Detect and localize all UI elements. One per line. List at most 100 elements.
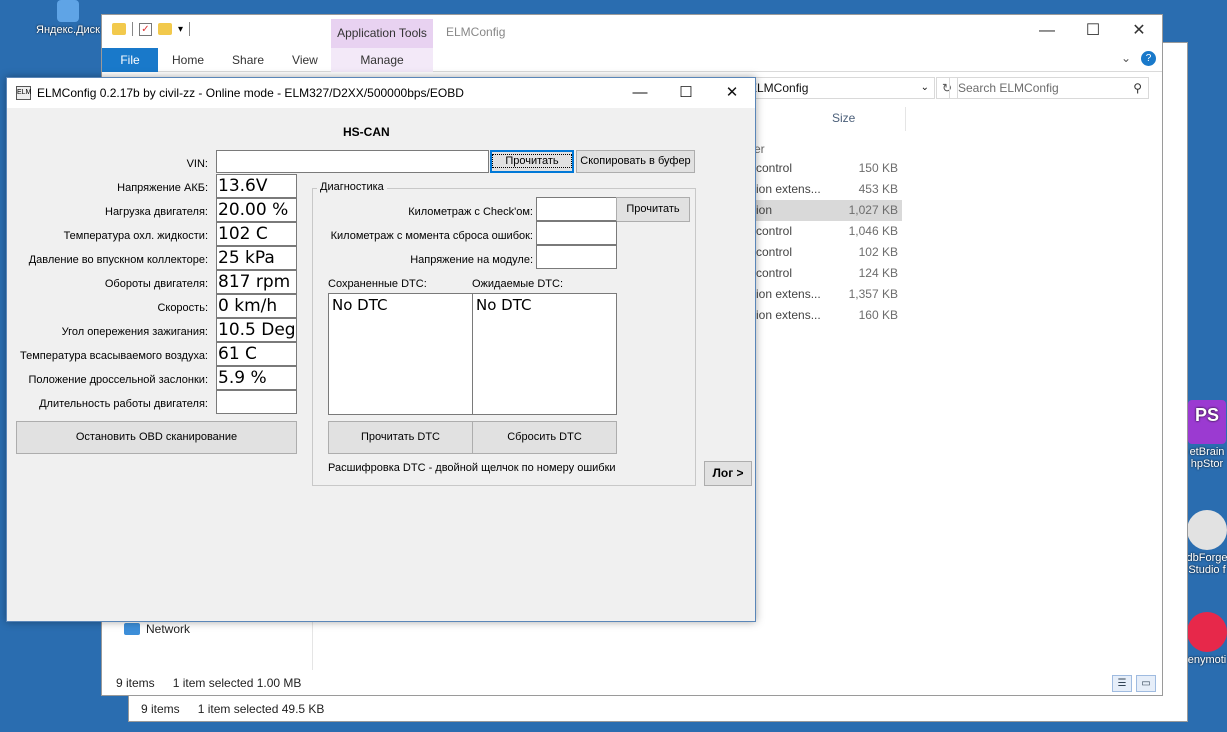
minimize-icon[interactable]: —: [1024, 15, 1070, 47]
parameter-label: Нагрузка двигателя:: [105, 206, 208, 218]
yandex-disk-icon: [57, 0, 79, 22]
parameter-value: 25 kPa: [216, 246, 297, 270]
file-row[interactable]: ion extens... 1,357 KB: [742, 284, 902, 305]
parameter-value: 0 km/h: [216, 294, 297, 318]
file-row[interactable]: ion 1,027 KB: [742, 200, 902, 221]
phpstorm-icon: PS: [1188, 400, 1226, 444]
column-divider[interactable]: [905, 107, 906, 131]
desktop-icon-label: Яндекс.Диск: [36, 24, 100, 36]
desktop-icon-genymotion[interactable]: enymoti: [1182, 612, 1227, 666]
parameter-value: 5.9 %: [216, 366, 297, 390]
folder-icon[interactable]: [112, 23, 126, 35]
title-bar: ELM ELMConfig 0.2.17b by civil-zz - Onli…: [7, 78, 755, 108]
mileage-check-field[interactable]: [536, 197, 617, 221]
address-text: ELMConfig: [749, 81, 809, 95]
desktop-icon-label: enymoti: [1187, 654, 1227, 666]
help-icon[interactable]: ?: [1141, 51, 1156, 66]
file-name: ion extens...: [756, 182, 821, 196]
elmconfig-window[interactable]: ELM ELMConfig 0.2.17b by civil-zz - Onli…: [6, 77, 756, 622]
file-row[interactable]: control 150 KB: [742, 158, 902, 179]
dtc-hint-text: Расшифровка DTC - двойной щелчок по номе…: [328, 462, 616, 474]
tab-view[interactable]: View: [278, 53, 332, 67]
tab-home[interactable]: Home: [158, 53, 218, 67]
application-tools-header: Application Tools: [331, 19, 433, 48]
saved-dtc-list[interactable]: No DTC: [328, 293, 473, 415]
file-row[interactable]: ion extens... 453 KB: [742, 179, 902, 200]
window-title: ELMConfig 0.2.17b by civil-zz - Online m…: [37, 86, 464, 100]
parameter-value: 20.00 %: [216, 198, 297, 222]
window-controls: — ☐ ✕: [1024, 15, 1162, 47]
file-size: 124 KB: [858, 266, 898, 280]
file-size: 150 KB: [858, 161, 898, 175]
maximize-icon[interactable]: ☐: [663, 78, 709, 108]
file-size: 102 KB: [858, 245, 898, 259]
parameter-value: 102 C: [216, 222, 297, 246]
close-icon[interactable]: ✕: [709, 78, 755, 108]
ribbon-tabs: File Home Share View: [102, 47, 1162, 72]
file-size: 453 KB: [858, 182, 898, 196]
file-row[interactable]: control 1,046 KB: [742, 221, 902, 242]
file-name: ion extens...: [756, 308, 821, 322]
ribbon-right-controls: ⌄ ?: [1121, 51, 1156, 66]
parameter-label: Температура охл. жидкости:: [63, 230, 208, 242]
parameter-value: [216, 390, 297, 414]
file-name: ion: [756, 203, 773, 217]
vin-field[interactable]: [216, 150, 489, 173]
desktop-icon-label: hpStor: [1190, 458, 1224, 470]
file-row[interactable]: control 124 KB: [742, 263, 902, 284]
desktop-icon-yandex-disk[interactable]: Яндекс.Диск: [28, 0, 108, 36]
file-name: ion extens...: [756, 287, 821, 301]
diag-read-button[interactable]: Прочитать: [616, 197, 690, 222]
status-item-count: 9 items: [141, 702, 180, 716]
dtc-item[interactable]: No DTC: [473, 294, 616, 316]
parameter-label: Угол опережения зажигания:: [61, 326, 208, 338]
search-input[interactable]: Search ELMConfig ⚲: [949, 77, 1149, 99]
status-item-count: 9 items: [116, 676, 155, 690]
properties-icon[interactable]: ✓: [139, 22, 152, 36]
pane-divider[interactable]: [312, 615, 313, 670]
desktop-icon-phpstorm[interactable]: PS etBrain hpStor: [1182, 400, 1227, 470]
title-bar: ✓ ▾ Application Tools ELMConfig — ☐ ✕: [102, 15, 1162, 48]
module-voltage-label: Напряжение на модуле:: [410, 254, 533, 266]
details-view-icon[interactable]: ☰: [1112, 675, 1132, 692]
stop-obd-scan-button[interactable]: Остановить OBD сканирование: [16, 421, 297, 454]
module-voltage-field[interactable]: [536, 245, 617, 269]
copy-to-buffer-button[interactable]: Скопировать в буфер: [576, 150, 695, 173]
file-size: 1,357 KB: [848, 287, 898, 301]
vin-read-button[interactable]: Прочитать: [490, 150, 574, 173]
desktop-icon-dbforge[interactable]: dbForge Studio f: [1182, 510, 1227, 576]
tab-manage[interactable]: Manage: [331, 48, 433, 72]
dtc-item[interactable]: No DTC: [329, 294, 472, 316]
chevron-down-icon[interactable]: ⌄: [921, 78, 929, 98]
file-size: 1,046 KB: [848, 224, 898, 238]
minimize-icon[interactable]: —: [617, 78, 663, 108]
mileage-reset-field[interactable]: [536, 221, 617, 245]
log-button[interactable]: Лог >: [704, 461, 752, 486]
search-placeholder: Search ELMConfig: [958, 81, 1059, 95]
nav-item-network[interactable]: Network: [124, 622, 190, 636]
customize-toolbar-icon[interactable]: ▾: [178, 24, 183, 35]
mileage-check-label: Километраж с Check'ом:: [408, 206, 533, 218]
address-bar[interactable]: ELMConfig ⌄: [742, 77, 935, 99]
chevron-down-icon[interactable]: ⌄: [1121, 51, 1131, 66]
close-icon[interactable]: ✕: [1116, 15, 1162, 47]
file-name: control: [756, 161, 793, 175]
column-header-size[interactable]: Size: [832, 111, 855, 125]
status-selection: 1 item selected 49.5 KB: [197, 702, 325, 716]
toolbar-divider: [189, 22, 191, 36]
tab-share[interactable]: Share: [218, 53, 278, 67]
dbforge-icon: [1187, 510, 1227, 550]
read-dtc-button[interactable]: Прочитать DTC: [328, 421, 473, 454]
desktop-icon-label: etBrain: [1189, 446, 1225, 458]
file-row[interactable]: control 102 KB: [742, 242, 902, 263]
large-icons-view-icon[interactable]: ▭: [1136, 675, 1156, 692]
clear-dtc-button[interactable]: Сбросить DTC: [472, 421, 617, 454]
new-folder-icon[interactable]: [158, 23, 172, 35]
elmconfig-app-icon[interactable]: ELM: [16, 86, 31, 100]
file-row[interactable]: ion extens... 160 KB: [742, 305, 902, 326]
maximize-icon[interactable]: ☐: [1070, 15, 1116, 47]
tab-file[interactable]: File: [102, 47, 158, 72]
parameter-value: 817 rpm: [216, 270, 297, 294]
quick-access-toolbar: ✓ ▾: [112, 22, 191, 36]
pending-dtc-list[interactable]: No DTC: [472, 293, 617, 415]
